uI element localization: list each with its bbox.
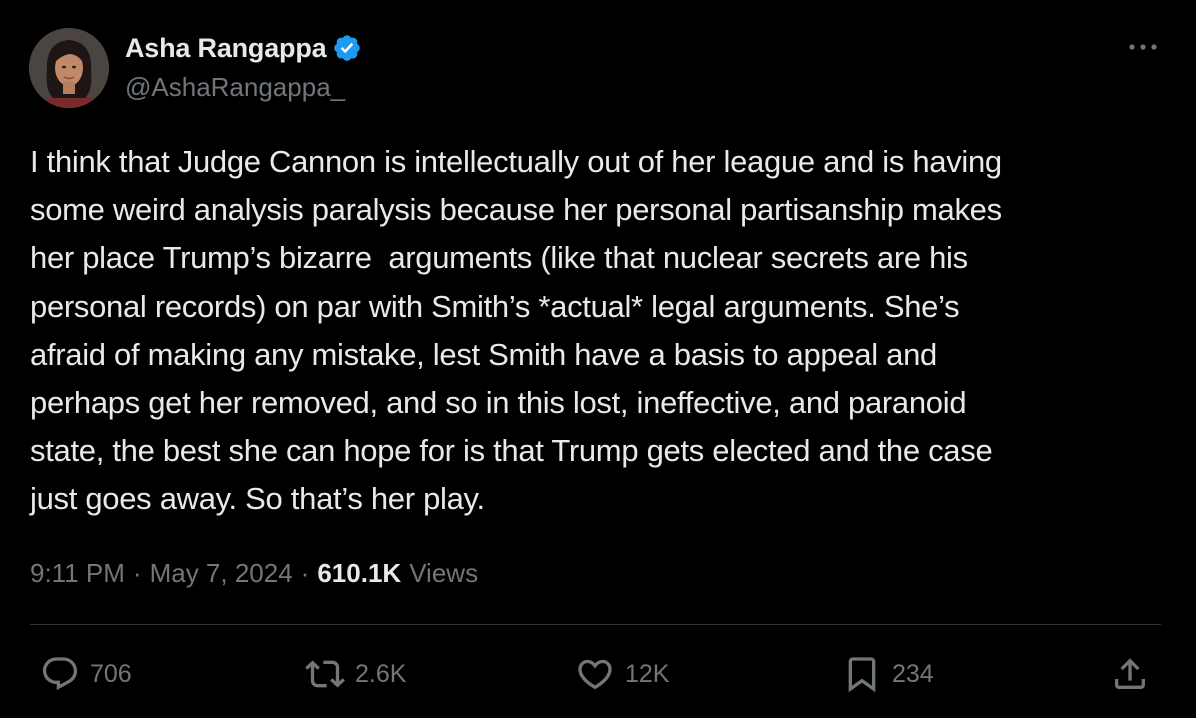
like-button[interactable]: 12K (575, 648, 669, 700)
heart-icon (578, 659, 612, 690)
reply-count: 706 (90, 659, 132, 688)
reply-button[interactable]: 706 (40, 648, 132, 700)
author-name[interactable]: Asha Rangappa (125, 33, 327, 64)
share-button[interactable] (1110, 648, 1150, 700)
tweet: Asha Rangappa @AshaRangappa_ I think tha… (0, 0, 1196, 718)
repost-icon (305, 660, 345, 688)
author-name-row: Asha Rangappa (125, 30, 362, 66)
tweet-date[interactable]: May 7, 2024 (150, 558, 293, 589)
divider (30, 624, 1161, 625)
avatar[interactable] (29, 28, 109, 108)
avatar-image (29, 28, 109, 108)
meta-separator: · (132, 557, 142, 588)
more-horizontal-icon[interactable] (1124, 32, 1162, 62)
action-bar: 706 2.6K 12K 234 (0, 648, 1196, 700)
views-count[interactable]: 610.1K (317, 558, 401, 589)
bookmark-count: 234 (892, 659, 934, 688)
share-icon (1115, 658, 1145, 689)
repost-count: 2.6K (355, 659, 407, 688)
tweet-time[interactable]: 9:11 PM (30, 558, 125, 589)
bookmark-icon (848, 657, 876, 693)
bookmark-button[interactable]: 234 (842, 648, 934, 700)
tweet-text: I think that Judge Cannon is intellectua… (30, 144, 1002, 517)
reply-icon (42, 657, 78, 691)
author-handle[interactable]: @AshaRangappa_ (125, 72, 345, 103)
verified-badge-icon[interactable] (332, 33, 362, 63)
views-label: Views (409, 557, 479, 588)
like-count: 12K (625, 659, 670, 688)
repost-button[interactable]: 2.6K (305, 648, 406, 700)
meta-separator: · (300, 557, 310, 588)
tweet-meta: 9:11 PM · May 7, 2024 · 610.1K Views (30, 555, 478, 591)
